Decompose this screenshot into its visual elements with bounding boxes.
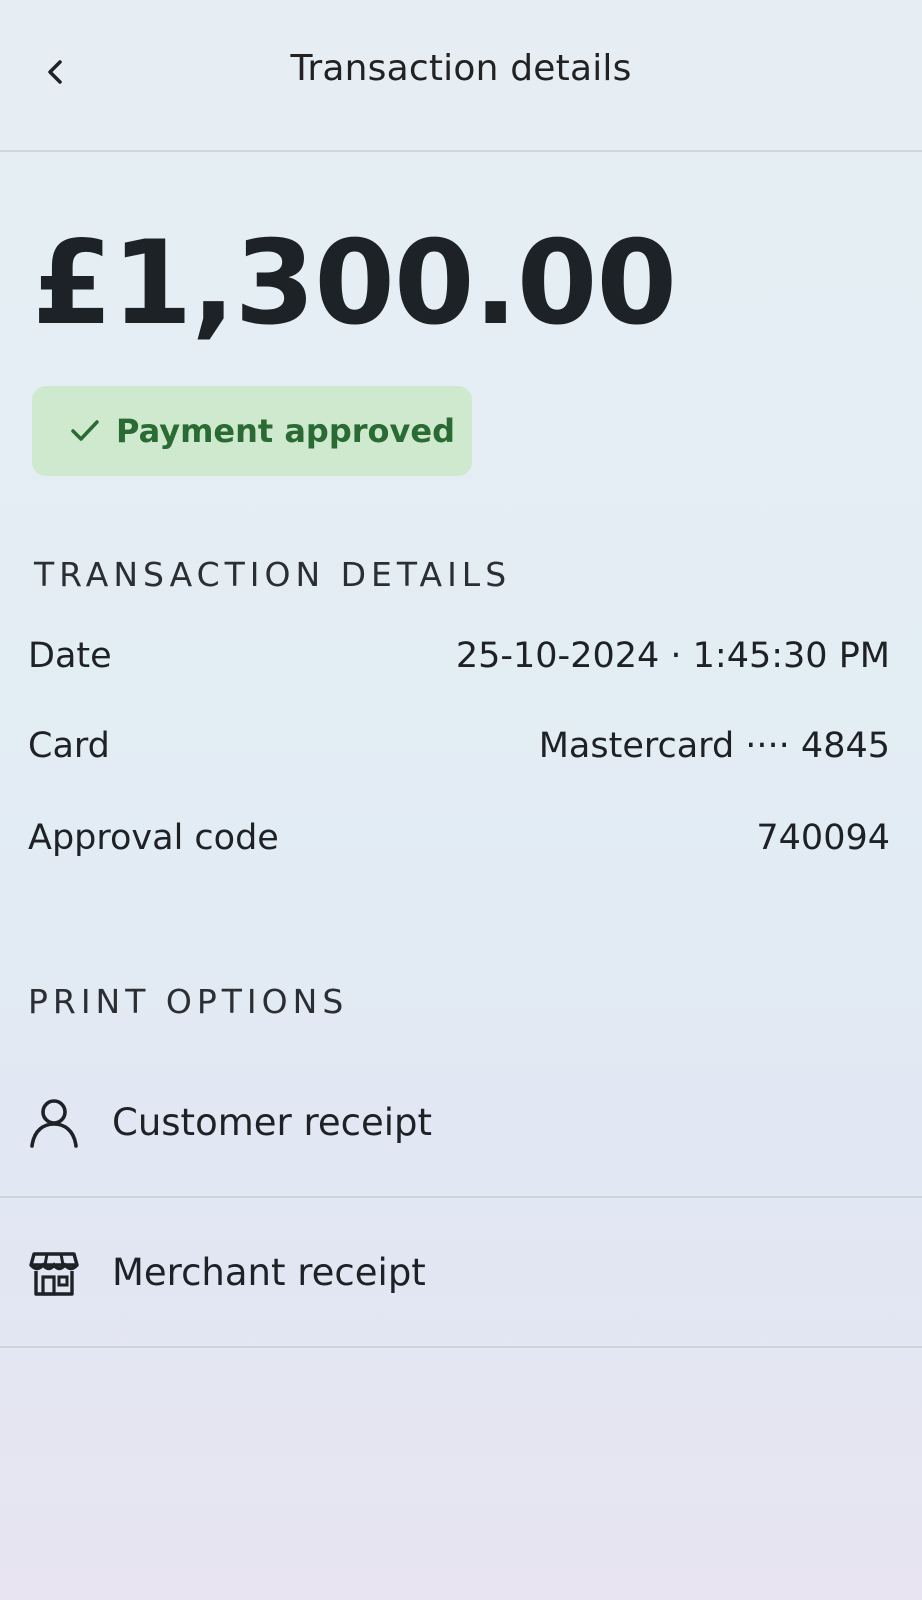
transaction-amount: £1,300.00: [32, 216, 677, 351]
person-icon: [26, 1094, 82, 1150]
detail-label: Card: [28, 726, 110, 766]
detail-row-card: Card Mastercard ···· 4845: [28, 716, 890, 776]
customer-receipt-option[interactable]: Customer receipt: [0, 1048, 922, 1198]
detail-label: Date: [28, 636, 112, 676]
check-icon: [71, 420, 99, 441]
option-label: Customer receipt: [112, 1100, 433, 1144]
merchant-receipt-option[interactable]: Merchant receipt: [0, 1198, 922, 1348]
detail-value: Mastercard ···· 4845: [538, 726, 890, 766]
detail-label: Approval code: [28, 818, 279, 858]
print-options-heading: PRINT OPTIONS: [28, 982, 349, 1021]
detail-row-approval-code: Approval code 740094: [28, 808, 890, 868]
detail-row-date: Date 25-10-2024 · 1:45:30 PM: [28, 626, 890, 686]
page-title: Transaction details: [290, 48, 632, 89]
option-label: Merchant receipt: [112, 1250, 426, 1294]
storefront-icon: [26, 1244, 82, 1300]
status-badge: Payment approved: [32, 386, 472, 476]
top-bar: Transaction details: [0, 0, 922, 152]
status-label: Payment approved: [116, 412, 455, 450]
detail-value: 25-10-2024 · 1:45:30 PM: [455, 636, 890, 676]
detail-value: 740094: [756, 818, 890, 858]
transaction-details-heading: TRANSACTION DETAILS: [34, 555, 512, 594]
